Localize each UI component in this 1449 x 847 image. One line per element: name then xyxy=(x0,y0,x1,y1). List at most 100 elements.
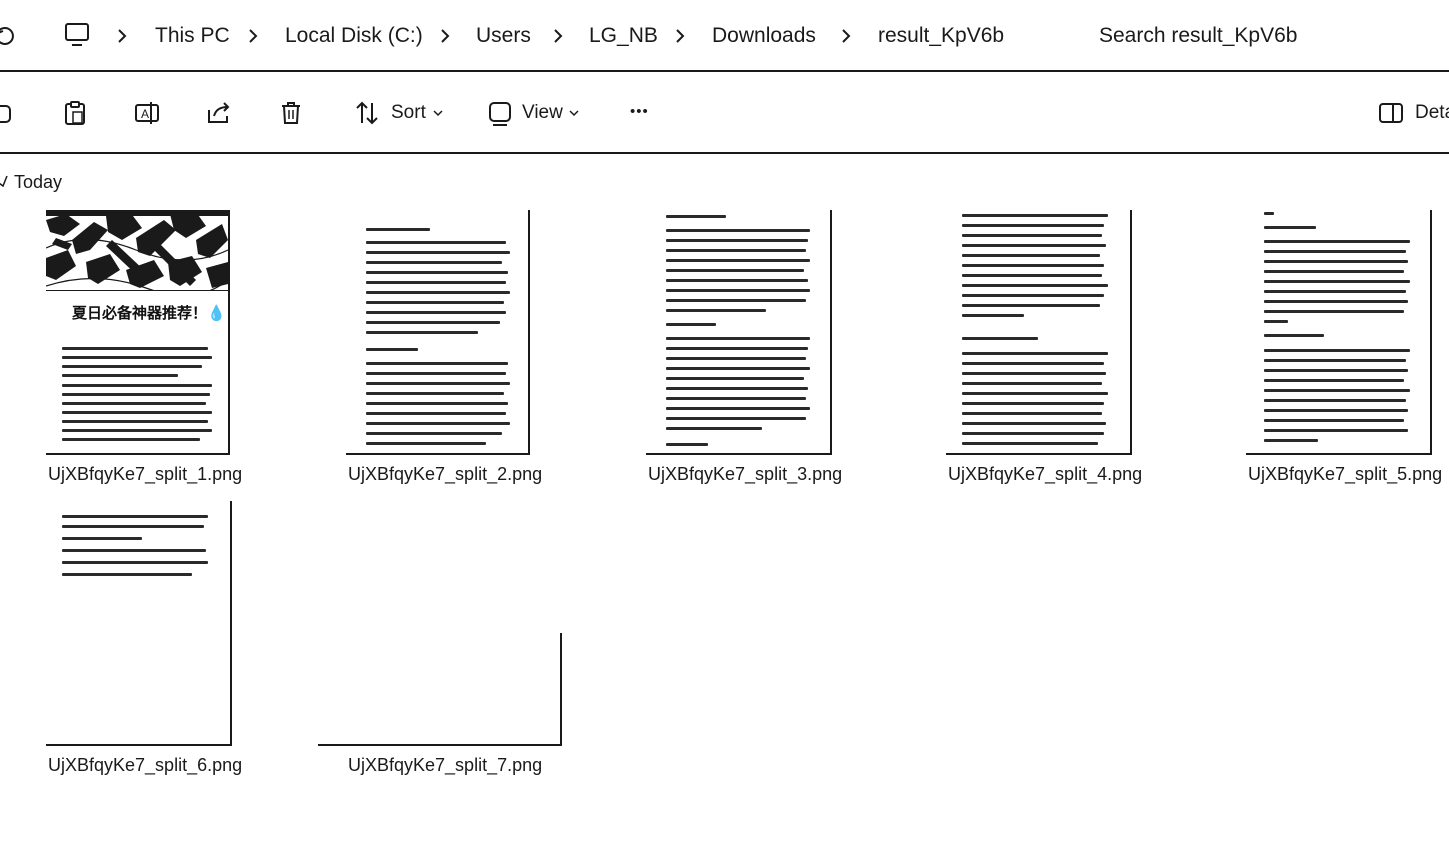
thumbnail-text-line xyxy=(1264,320,1288,323)
thumbnail-text-line xyxy=(962,422,1106,425)
rename-icon[interactable]: A xyxy=(134,100,160,126)
thumbnail-text-line xyxy=(62,393,210,396)
sort-icon[interactable] xyxy=(354,100,380,126)
thumbnail-text-line xyxy=(1264,359,1406,362)
thumbnail-text-line xyxy=(366,402,508,405)
breadcrumb-lg-nb[interactable]: LG_NB xyxy=(589,22,658,50)
file-name[interactable]: UjXBfqyKe7_split_4.png xyxy=(948,462,1142,486)
file-item[interactable]: 夏日必备神器推荐！💧 UjXBfqyKe7_split_1.png xyxy=(46,210,276,500)
thumbnail-text-line xyxy=(366,422,510,425)
file-item[interactable]: UjXBfqyKe7_split_6.png xyxy=(46,501,276,791)
thumbnail-text-line xyxy=(1264,260,1408,263)
thumbnail-page xyxy=(346,210,530,455)
details-button[interactable]: Deta xyxy=(1415,100,1449,126)
thumbnail-text-line xyxy=(666,417,806,420)
file-item[interactable]: UjXBfqyKe7_split_2.png xyxy=(346,210,576,500)
thumbnail-text-line xyxy=(366,271,508,274)
thumbnail-text-line xyxy=(666,443,708,446)
thumbnail-text-line xyxy=(62,429,212,432)
file-name[interactable]: UjXBfqyKe7_split_3.png xyxy=(648,462,842,486)
chevron-down-icon[interactable] xyxy=(569,109,579,117)
breadcrumb-result-folder[interactable]: result_KpV6b xyxy=(878,22,1004,50)
delete-icon[interactable] xyxy=(278,100,304,126)
details-pane-icon[interactable] xyxy=(1378,100,1404,126)
sort-button[interactable]: Sort xyxy=(391,100,426,126)
thumbnail-text-line xyxy=(1264,399,1406,402)
thumbnail-text-line xyxy=(666,229,810,232)
thumbnail-text-line xyxy=(366,311,506,314)
thumbnail-text-line xyxy=(366,372,506,375)
refresh-icon[interactable] xyxy=(0,24,16,48)
thumbnail-text-line xyxy=(1264,389,1410,392)
thumbnail-text-line xyxy=(962,244,1106,247)
thumbnail-text-line xyxy=(666,377,804,380)
view-button[interactable]: View xyxy=(522,100,563,126)
file-name[interactable]: UjXBfqyKe7_split_6.png xyxy=(48,753,242,777)
thumbnail-text-line xyxy=(666,215,726,218)
thumbnail-text-line xyxy=(62,537,142,540)
copy-icon[interactable] xyxy=(0,100,16,126)
thumbnail-text-line xyxy=(962,234,1102,237)
thumbnail-text-line xyxy=(666,427,762,430)
breadcrumb-local-disk[interactable]: Local Disk (C:) xyxy=(285,22,423,50)
chevron-down-icon[interactable] xyxy=(433,109,443,117)
thumbnail-text-line xyxy=(666,239,808,242)
thumbnail-text-line xyxy=(366,382,510,385)
breadcrumb-this-pc[interactable]: This PC xyxy=(155,22,230,50)
chevron-right-icon[interactable] xyxy=(674,29,686,43)
this-pc-icon[interactable] xyxy=(64,22,90,48)
thumbnail-text-line xyxy=(1264,439,1318,442)
chevron-down-icon[interactable] xyxy=(0,175,8,187)
file-item[interactable]: UjXBfqyKe7_split_5.png xyxy=(1246,210,1449,500)
thumbnail-text-line xyxy=(1264,250,1406,253)
file-name[interactable]: UjXBfqyKe7_split_7.png xyxy=(348,753,542,777)
file-name[interactable]: UjXBfqyKe7_split_5.png xyxy=(1248,462,1442,486)
thumbnail-text-line xyxy=(62,402,206,405)
thumbnail-text-line xyxy=(62,438,200,441)
thumbnail-text-line xyxy=(1264,349,1410,352)
thumbnail-text-line xyxy=(62,384,212,387)
chevron-right-icon[interactable] xyxy=(116,29,128,43)
chevron-right-icon[interactable] xyxy=(247,29,259,43)
thumbnail-text-line xyxy=(962,254,1100,257)
chevron-right-icon[interactable] xyxy=(439,29,451,43)
thumbnail-text-line xyxy=(666,407,810,410)
breadcrumb-downloads[interactable]: Downloads xyxy=(712,22,816,50)
thumbnail-text-line xyxy=(666,299,806,302)
divider xyxy=(0,152,1449,154)
thumbnail-text-line xyxy=(962,352,1108,355)
thumbnail-text-line xyxy=(962,294,1104,297)
more-options-button[interactable]: ••• xyxy=(630,99,649,125)
thumbnail-text-line xyxy=(1264,379,1404,382)
file-item[interactable]: UjXBfqyKe7_split_3.png xyxy=(646,210,876,500)
search-input[interactable]: Search result_KpV6b xyxy=(1099,22,1297,50)
group-header-today[interactable]: Today xyxy=(14,170,62,194)
thumbnail-text-line xyxy=(962,432,1104,435)
thumbnail-text-line xyxy=(666,269,804,272)
thumbnail-text-line xyxy=(962,362,1104,365)
thumbnail-text-line xyxy=(366,251,510,254)
thumbnail-text-line xyxy=(962,372,1106,375)
file-name[interactable]: UjXBfqyKe7_split_1.png xyxy=(48,462,242,486)
thumbnail-text-line xyxy=(366,442,486,445)
thumbnail-text-line xyxy=(366,301,504,304)
breadcrumb-users[interactable]: Users xyxy=(476,22,531,50)
file-thumbnail xyxy=(646,210,876,455)
thumbnail-text-line xyxy=(1264,369,1408,372)
file-thumbnail xyxy=(46,501,276,746)
paste-icon[interactable] xyxy=(62,100,88,126)
thumbnail-text-line xyxy=(962,412,1102,415)
share-icon[interactable] xyxy=(206,100,232,126)
chevron-right-icon[interactable] xyxy=(840,29,852,43)
file-item[interactable]: UjXBfqyKe7_split_4.png xyxy=(946,210,1176,500)
thumbnail-text-line xyxy=(62,573,192,576)
thumbnail-text-line xyxy=(962,264,1104,267)
thumbnail-text-line xyxy=(366,291,510,294)
view-icon[interactable] xyxy=(487,100,513,126)
file-item[interactable]: UjXBfqyKe7_split_7.png xyxy=(318,501,576,791)
svg-text:A: A xyxy=(141,107,149,121)
thumbnail-text-line xyxy=(62,561,208,564)
file-name[interactable]: UjXBfqyKe7_split_2.png xyxy=(348,462,542,486)
chevron-right-icon[interactable] xyxy=(552,29,564,43)
thumbnail-text-line xyxy=(62,365,202,368)
